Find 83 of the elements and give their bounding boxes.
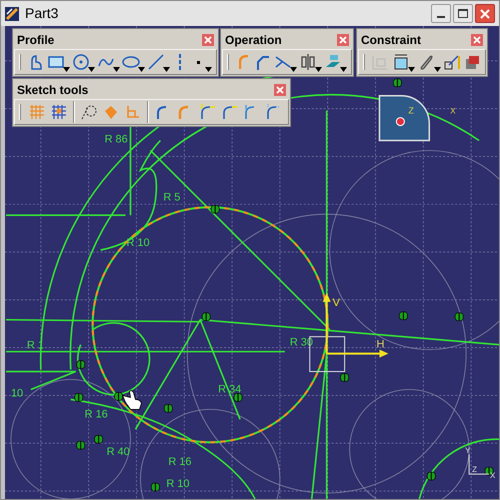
constraint-symbol-icon	[74, 392, 83, 402]
dimension-label: R 5	[163, 191, 180, 204]
constraint-symbol-icon	[94, 434, 103, 444]
dropdown-arrow-icon	[63, 67, 70, 72]
dropdown-arrow-icon	[205, 67, 212, 72]
dropdown-arrow-icon	[408, 67, 415, 72]
dimension-label: 10	[10, 387, 24, 400]
dropdown-arrow-icon	[434, 67, 441, 72]
dimension-label: R 10	[166, 478, 190, 490]
toolbar-title: Constraint	[361, 34, 421, 46]
toolbar-title: Operation	[225, 34, 282, 46]
vertical-axis-arrow	[322, 292, 331, 354]
dropdown-arrow-icon	[290, 67, 297, 72]
point-tool-icon	[197, 60, 200, 64]
grid-tool-icon	[28, 103, 46, 121]
snap-tool-icon	[50, 103, 68, 121]
constraint-symbol-icon	[76, 440, 85, 450]
dimension-label: R 40	[106, 446, 130, 458]
horizontal-axis-arrow	[326, 350, 388, 358]
dropdown-arrow-icon	[163, 67, 170, 72]
dimension-label: R 86	[104, 134, 128, 146]
dropdown-arrow-icon	[88, 67, 95, 72]
axis-label: V	[332, 296, 340, 309]
close-icon[interactable]	[337, 34, 349, 46]
constraint-symbol-icon	[76, 360, 85, 370]
constraint-symbol-icon	[202, 312, 210, 322]
arcbuild-tool-icon	[264, 103, 282, 121]
constraint-tool-icon	[392, 53, 410, 71]
constraint-symbol-icon	[114, 392, 123, 401]
arcfirst-tool-icon	[220, 103, 238, 121]
triad-label: X	[490, 471, 496, 480]
constraint-symbol-icon	[151, 482, 160, 492]
dimension-label: R 34	[218, 383, 242, 396]
dimensional-tool-icon	[124, 103, 142, 121]
close-icon[interactable]	[274, 84, 286, 96]
axis-tool-icon	[179, 54, 182, 70]
chamfer-tool-icon	[254, 53, 272, 71]
maximize-button[interactable]	[453, 4, 473, 23]
hand-cursor-icon	[122, 390, 142, 410]
axis-label: H	[376, 338, 384, 351]
compass-label: Z	[408, 106, 414, 116]
dropdown-arrow-icon	[113, 67, 120, 72]
constraint-symbol-icon	[210, 204, 220, 214]
dimension-label: R 16	[168, 456, 192, 468]
app-icon	[5, 6, 19, 20]
dropdown-arrow-icon	[340, 67, 347, 72]
compass-drawing	[378, 94, 430, 142]
toolbar-title: Profile	[17, 34, 54, 46]
close-icon[interactable]	[471, 34, 483, 46]
compass-center-icon	[396, 117, 405, 126]
constraint-symbol-icon	[393, 78, 402, 88]
constraint-symbol-icon	[484, 466, 494, 476]
constraint-symbol-icon	[427, 472, 436, 481]
constraint-symbol-icon	[454, 312, 464, 322]
close-icon[interactable]	[202, 34, 214, 46]
constraint-symbol-icon	[164, 404, 173, 413]
mirror-tool-icon	[299, 53, 317, 71]
dropdown-arrow-icon	[138, 67, 145, 72]
construction-tool-icon	[80, 103, 98, 121]
circle-tool-icon	[72, 53, 90, 71]
compass-label: X	[450, 106, 456, 116]
close-icon	[480, 8, 490, 18]
fix-tool-icon	[442, 53, 461, 71]
constraint-symbol-icon	[234, 392, 242, 402]
minimize-icon	[437, 16, 445, 18]
dimension-label: R 16	[84, 408, 108, 420]
window-title: Part3	[25, 4, 58, 23]
dropdown-arrow-icon	[315, 67, 322, 72]
dimension-label: R 10	[126, 237, 150, 250]
axis-triad-drawing	[468, 454, 490, 475]
corner-tool-icon	[238, 54, 248, 70]
toolbar-title: Sketch tools	[17, 84, 88, 96]
line-tool-icon	[147, 53, 165, 71]
close-button[interactable]	[475, 4, 495, 23]
geometric-tool-icon	[102, 103, 120, 121]
minimize-button[interactable]	[431, 4, 451, 23]
triad-label: Y	[465, 446, 470, 456]
arctrim-tool-icon	[198, 103, 216, 121]
constraint-symbol-icon	[340, 373, 349, 382]
triad-label: Z	[472, 465, 477, 474]
toolbar-button[interactable]	[299, 51, 322, 73]
constraint-symbol-icon	[399, 311, 408, 320]
maximize-icon	[458, 9, 468, 18]
